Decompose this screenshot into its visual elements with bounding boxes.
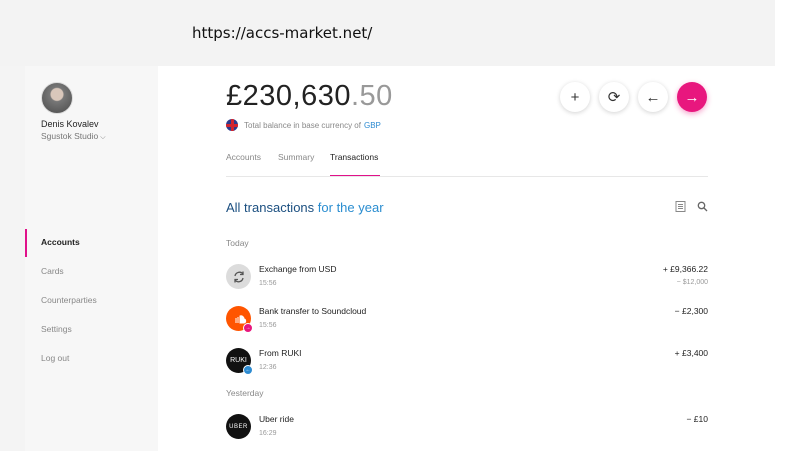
main-content: £230,630.50 Total balance in base curren… bbox=[158, 66, 775, 451]
section-title-part1: All transactions bbox=[226, 200, 315, 215]
sidebar-item-cards[interactable]: Cards bbox=[25, 257, 158, 286]
transaction-original-amount: − $12,000 bbox=[676, 279, 708, 286]
sidebar-item-accounts[interactable]: Accounts bbox=[25, 228, 158, 257]
company-name: Sgustok Studio bbox=[41, 131, 99, 141]
uk-flag-icon bbox=[226, 119, 238, 131]
chevron-down-icon: ⌵ bbox=[100, 134, 106, 141]
day-label-today: Today bbox=[226, 238, 249, 248]
url-text: https://accs-market.net/ bbox=[192, 24, 373, 42]
transaction-amount: + £9,366.22 bbox=[662, 264, 708, 274]
url-bar: https://accs-market.net/ bbox=[0, 0, 775, 66]
outgoing-badge-icon: → bbox=[243, 323, 253, 333]
transaction-row[interactable]: Exchange from USD 15:56 + £9,366.22 − $1… bbox=[226, 262, 708, 296]
tab-summary[interactable]: Summary bbox=[278, 152, 314, 162]
transaction-title: Exchange from USD bbox=[259, 264, 337, 274]
send-button[interactable]: → bbox=[677, 82, 707, 112]
add-button[interactable]: + bbox=[560, 82, 590, 112]
plus-icon: + bbox=[570, 88, 580, 106]
tab-transactions[interactable]: Transactions bbox=[330, 152, 378, 162]
transaction-amount: − £10 bbox=[686, 414, 708, 424]
period-selector[interactable]: for the year bbox=[318, 200, 384, 215]
exchange-icon bbox=[226, 264, 251, 289]
balance-caption-row: Total balance in base currency of GBP bbox=[226, 119, 381, 131]
transaction-time: 12:36 bbox=[259, 364, 277, 371]
transaction-amount: − £2,300 bbox=[674, 306, 708, 316]
company-selector[interactable]: Sgustok Studio ⌵ bbox=[41, 131, 106, 142]
refresh-icon: ⟳ bbox=[607, 89, 621, 106]
base-currency-link[interactable]: GBP bbox=[364, 121, 381, 130]
transaction-title: From RUKI bbox=[259, 348, 302, 358]
tab-bar: Accounts Summary Transactions bbox=[226, 144, 708, 177]
balance-cents: .50 bbox=[350, 80, 393, 112]
transaction-time: 16:29 bbox=[259, 430, 277, 437]
balance-caption: Total balance in base currency of bbox=[244, 120, 361, 130]
incoming-badge-icon: ← bbox=[243, 365, 253, 375]
transaction-amount: + £3,400 bbox=[674, 348, 708, 358]
day-label-yesterday: Yesterday bbox=[226, 388, 264, 398]
active-tab-indicator bbox=[330, 175, 380, 176]
transaction-time: 15:56 bbox=[259, 280, 277, 287]
action-buttons: + ⟳ ← → bbox=[560, 82, 707, 112]
avatar[interactable] bbox=[41, 82, 73, 114]
total-balance: £230,630.50 bbox=[226, 80, 393, 113]
section-title: All transactions for the year bbox=[226, 200, 384, 215]
exchange-button[interactable]: ⟳ bbox=[599, 82, 629, 112]
arrow-left-icon: ← bbox=[645, 88, 661, 106]
sidebar: Denis Kovalev Sgustok Studio ⌵ Accounts C… bbox=[25, 66, 158, 451]
uber-logo: UBER bbox=[226, 414, 251, 439]
search-icon[interactable] bbox=[697, 201, 708, 215]
user-name: Denis Kovalev bbox=[41, 119, 99, 129]
sidebar-nav: Accounts Cards Counterparties Settings L… bbox=[25, 228, 158, 373]
transaction-title: Uber ride bbox=[259, 414, 294, 424]
arrow-right-icon: → bbox=[684, 88, 700, 106]
back-button[interactable]: ← bbox=[638, 82, 668, 112]
sidebar-item-settings[interactable]: Settings bbox=[25, 315, 158, 344]
transaction-time: 15:56 bbox=[259, 322, 277, 329]
document-icon[interactable] bbox=[675, 201, 686, 215]
sidebar-item-counterparties[interactable]: Counterparties bbox=[25, 286, 158, 315]
sidebar-item-logout[interactable]: Log out bbox=[25, 344, 158, 373]
transaction-title: Bank transfer to Soundcloud bbox=[259, 306, 367, 316]
tab-accounts[interactable]: Accounts bbox=[226, 152, 261, 162]
transaction-row[interactable]: UBER Uber ride 16:29 − £10 bbox=[226, 412, 708, 446]
transaction-row[interactable]: → Bank transfer to Soundcloud 15:56 − £2… bbox=[226, 304, 708, 338]
right-strip bbox=[775, 0, 796, 451]
transaction-row[interactable]: RUKI ← From RUKI 12:36 + £3,400 bbox=[226, 346, 708, 380]
balance-main: £230,630 bbox=[226, 80, 351, 112]
